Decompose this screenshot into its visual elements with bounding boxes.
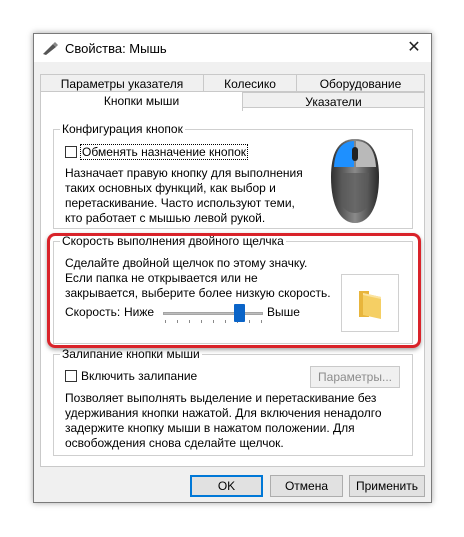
close-icon: ✕ bbox=[407, 39, 421, 56]
ok-button[interactable]: OK bbox=[190, 475, 263, 497]
tab-pointer-options[interactable]: Параметры указателя bbox=[40, 74, 204, 92]
swap-buttons-label[interactable]: Обменять назначение кнопок bbox=[79, 144, 249, 160]
description-line: Позволяет выполнять выделение и перетаск… bbox=[65, 391, 377, 405]
click-lock-settings-button[interactable]: Параметры... bbox=[310, 366, 400, 388]
click-lock-checkbox[interactable] bbox=[65, 370, 77, 382]
swap-buttons-row[interactable]: Обменять назначение кнопок bbox=[65, 144, 249, 160]
description-line: Назначает правую кнопку для выполнения bbox=[65, 166, 303, 180]
click-lock-description: Позволяет выполнять выделение и перетаск… bbox=[65, 391, 382, 451]
description-line: перетаскивание. Часто используют теми, bbox=[65, 196, 295, 210]
cancel-button[interactable]: Отмена bbox=[270, 475, 343, 497]
window-title: Свойства: Мышь bbox=[65, 41, 167, 56]
tab-hardware[interactable]: Оборудование bbox=[296, 74, 425, 92]
description-line: задержите кнопку мыши в нажатом положени… bbox=[65, 421, 355, 435]
click-lock-row[interactable]: Включить залипание bbox=[65, 369, 197, 383]
click-lock-enable-label[interactable]: Включить залипание bbox=[81, 369, 197, 383]
tab-wheel[interactable]: Колесико bbox=[203, 74, 297, 92]
description-line: освобождения снова сделайте щелчок. bbox=[65, 436, 284, 450]
title-bar[interactable]: Свойства: Мышь ✕ bbox=[34, 34, 431, 62]
description-line: удерживания кнопки нажатой. Для включени… bbox=[65, 406, 382, 420]
click-lock-label: Залипание кнопки мыши bbox=[60, 347, 202, 361]
highlight-frame bbox=[47, 233, 421, 348]
description-line: кто работает с мышью левой рукой. bbox=[65, 211, 266, 225]
mouse-pen-icon bbox=[43, 42, 58, 55]
button-config-label: Конфигурация кнопок bbox=[60, 122, 185, 136]
apply-button[interactable]: Применить bbox=[349, 475, 425, 497]
close-button[interactable]: ✕ bbox=[397, 34, 431, 62]
button-config-description: Назначает правую кнопку для выполнения т… bbox=[65, 166, 303, 226]
tab-buttons[interactable]: Кнопки мыши bbox=[40, 91, 243, 111]
mouse-image-icon bbox=[331, 139, 379, 223]
description-line: таких основных функций, как выбор и bbox=[65, 181, 276, 195]
swap-buttons-checkbox[interactable] bbox=[65, 146, 77, 158]
